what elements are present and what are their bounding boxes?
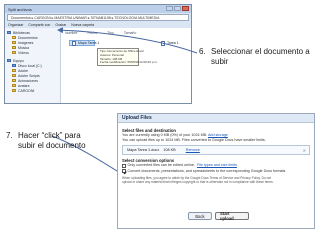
- folder-icon: [12, 46, 16, 49]
- callout-step-6: 6. Seleccionar el documento a subir: [199, 47, 317, 67]
- minimize-icon[interactable]: [166, 6, 173, 11]
- folder-icon: [12, 89, 16, 92]
- nav-item-label: Documentos: [18, 35, 38, 40]
- file-name: Tarea 1: [167, 41, 179, 45]
- file-item-mapa-tarea-1[interactable]: Mapa Tarea 1: [69, 40, 99, 46]
- toolbar-burn[interactable]: Grabar: [55, 23, 66, 27]
- file-info-tooltip: Tipo: Documento de Office Excel Autores:…: [97, 48, 158, 66]
- upload-files-dialog: Upload Files Select files and destinatio…: [117, 113, 315, 229]
- explorer-title: Split archivos: [8, 6, 32, 12]
- nav-item-label: CARGONI: [18, 88, 35, 93]
- back-button[interactable]: Back: [188, 212, 212, 220]
- folder-icon: [12, 41, 16, 44]
- file-name: Mapa Tarea 1: [78, 41, 100, 45]
- file-list-pane: Nombre Fecha Tipo Tamaño Mapa Tarea 1 Ta…: [61, 28, 191, 103]
- word-document-icon: [161, 40, 165, 46]
- checkbox-checked[interactable]: [122, 169, 126, 173]
- nav-item-label: avatars: [18, 83, 30, 88]
- toolbar-share[interactable]: Compartir con: [28, 23, 50, 27]
- nav-item-label: Bibliotecas: [13, 30, 30, 35]
- size-limit-note: You can upload files up to 1024 MB. File…: [122, 138, 266, 143]
- queued-file-row: Mapa Tarea 1.docx 108 KB Remove ✕: [122, 145, 310, 156]
- dialog-title: Upload Files: [122, 115, 152, 121]
- nav-item-label: Disco local (C:): [18, 63, 42, 68]
- tooltip-line: Fecha modificación: 05/05/2014 09:40 p.m…: [100, 60, 158, 65]
- nav-item-label: Adobe: [18, 68, 29, 73]
- terms-line: upload or share any material that infrin…: [122, 180, 274, 185]
- step-text: Hacer “click” para subir el documento: [18, 131, 86, 150]
- add-storage-link[interactable]: Add storage: [208, 133, 228, 137]
- nav-item[interactable]: CARGONI: [7, 88, 58, 93]
- nav-item-label: Música: [18, 45, 30, 50]
- address-path: Documentos ▸ CARGONI ▸ MAESTRIA UNIMAR ▸…: [11, 15, 160, 20]
- queued-file-name: Mapa Tarea 1.docx: [127, 148, 160, 153]
- step-text: Seleccionar el documento a subir: [211, 47, 310, 66]
- folder-icon: [12, 36, 16, 39]
- explorer-title-bar: Split archivos: [5, 5, 191, 13]
- column-name[interactable]: Nombre: [65, 31, 77, 35]
- maximize-icon[interactable]: [174, 6, 181, 11]
- folder-icon: [12, 84, 16, 87]
- option-convert-documents[interactable]: Convert documents, presentations, and sp…: [122, 169, 310, 174]
- queued-file-size: 108 KB: [163, 148, 176, 153]
- dialog-buttons: Back Start upload: [188, 211, 249, 221]
- file-explorer-window: Split archivos Documentos ▸ CARGONI ▸ MA…: [4, 4, 192, 104]
- nav-item-label: Animaciones: [18, 78, 39, 83]
- callout-step-7: 7. Hacer “click” para subir el documento: [6, 131, 96, 151]
- dialog-title-bar: Upload Files: [118, 114, 314, 123]
- nav-item-label: Vídeos: [18, 50, 29, 55]
- word-document-icon: [72, 40, 76, 46]
- option-label: Convert documents, presentations, and sp…: [127, 168, 286, 173]
- column-date[interactable]: Fecha: [87, 31, 97, 35]
- folder-icon: [12, 74, 16, 77]
- folder-icon: [12, 51, 16, 54]
- nav-item-label: Adobe Scripts: [18, 73, 40, 78]
- address-bar[interactable]: Documentos ▸ CARGONI ▸ MAESTRIA UNIMAR ▸…: [7, 14, 189, 21]
- file-item-tarea-1[interactable]: Tarea 1: [159, 40, 179, 46]
- start-upload-button[interactable]: Start upload: [215, 211, 249, 221]
- computer-icon: [7, 59, 11, 62]
- explorer-body: Bibliotecas Documentos Imágenes Música Vídeo…: [5, 28, 191, 103]
- folder-icon: [12, 69, 16, 72]
- drive-icon: [12, 64, 16, 67]
- library-icon: [7, 31, 11, 34]
- step-number: 6.: [199, 47, 206, 56]
- nav-item-label: Equipo: [13, 58, 24, 63]
- column-size[interactable]: Tamaño: [124, 31, 136, 35]
- step-number: 7.: [6, 131, 13, 140]
- toolbar-new-folder[interactable]: Nueva carpeta: [71, 23, 94, 27]
- close-icon[interactable]: [182, 6, 189, 11]
- column-type[interactable]: Tipo: [107, 31, 114, 35]
- checkbox[interactable]: [122, 164, 126, 168]
- close-icon[interactable]: ✕: [303, 148, 306, 153]
- toolbar-organize[interactable]: Organizar: [8, 23, 23, 27]
- folder-icon: [12, 79, 16, 82]
- navigation-pane: Bibliotecas Documentos Imágenes Música Vídeo…: [5, 28, 61, 103]
- remove-file-link[interactable]: Remove: [186, 148, 200, 152]
- quota-text: You are currently using 0 MB (0%) of you…: [122, 133, 208, 137]
- nav-item-label: Imágenes: [18, 40, 34, 45]
- nav-item[interactable]: Vídeos: [7, 50, 58, 55]
- window-controls: [166, 6, 189, 11]
- column-headers: Nombre Fecha Tipo Tamaño: [65, 31, 136, 35]
